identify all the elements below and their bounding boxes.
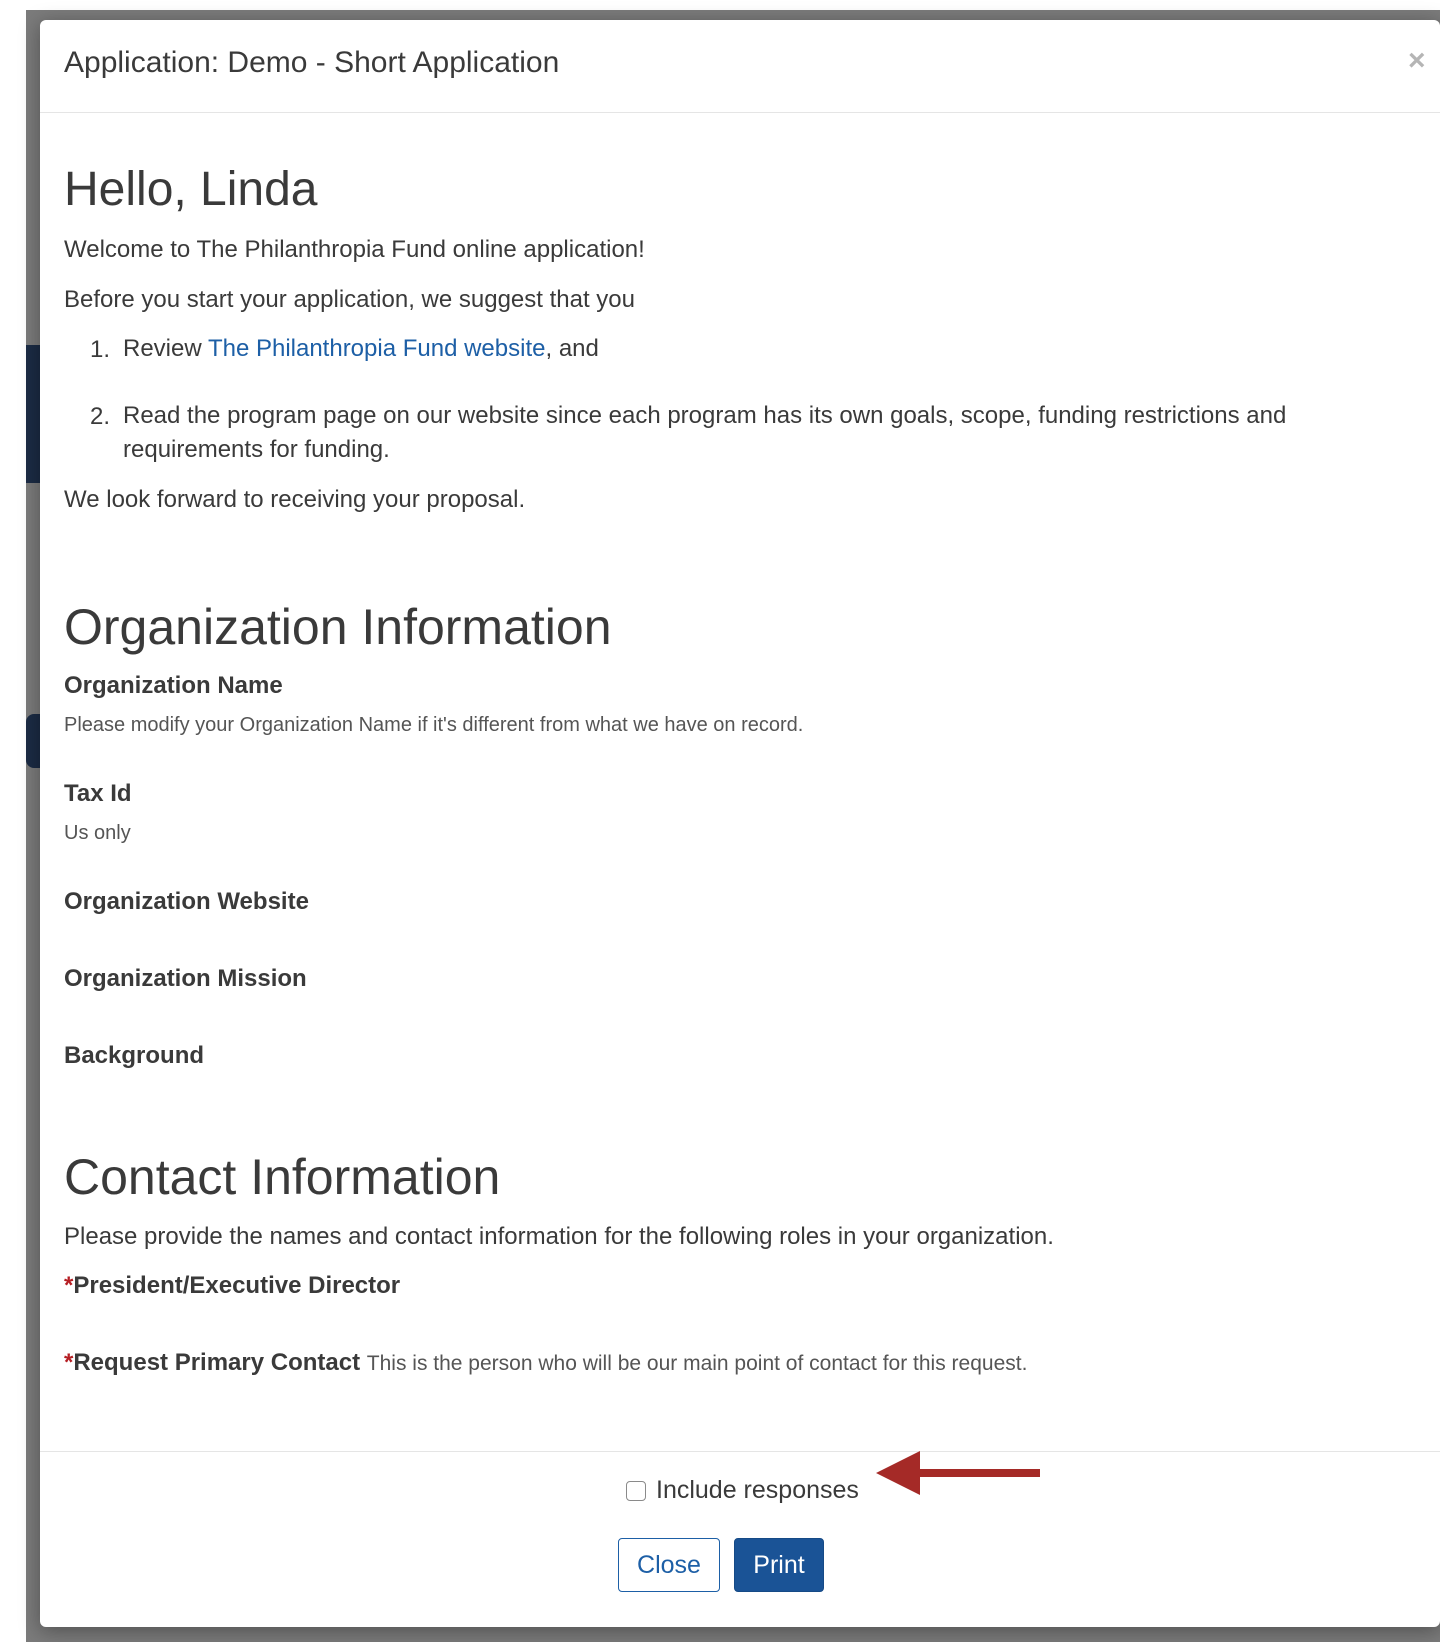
step-text: Review (123, 335, 208, 362)
organization-mission-label: Organization Mission (64, 965, 307, 992)
organization-heading: Organization Information (64, 599, 612, 655)
modal-title: Application: Demo - Short Application (64, 46, 560, 79)
background-blue-strip (26, 345, 40, 483)
organization-name-label: Organization Name (64, 672, 283, 699)
background-label: Background (64, 1042, 205, 1069)
annotation-arrow-icon (876, 1451, 1040, 1495)
organization-website-label: Organization Website (64, 888, 309, 915)
contact-intro-text: Please provide the names and contact inf… (64, 1223, 1054, 1250)
organization-name-help: Please modify your Organization Name if … (64, 714, 804, 736)
step-number: 2. (90, 403, 111, 430)
president-label: *President/Executive Director (64, 1272, 400, 1300)
step-number: 1. (90, 336, 111, 363)
background-blue-button (26, 714, 40, 768)
modal-footer: Include responses Close Print (40, 1451, 1440, 1627)
include-responses-checkbox[interactable] (626, 1480, 646, 1501)
president-label-text: President/Executive Director (73, 1272, 401, 1299)
step-text: , and (545, 335, 599, 362)
greeting-heading: Hello, Linda (64, 163, 318, 216)
philanthropia-website-link[interactable]: The Philanthropia Fund website (208, 335, 546, 362)
include-responses-option[interactable]: Include responses (626, 1476, 859, 1505)
required-mark: * (64, 1349, 74, 1376)
close-icon[interactable]: × (1408, 46, 1426, 76)
primary-contact-help: This is the person who will be our main … (366, 1352, 1028, 1375)
close-button[interactable]: Close (618, 1538, 720, 1592)
print-button[interactable]: Print (734, 1538, 824, 1592)
application-modal: Application: Demo - Short Application × … (40, 20, 1440, 1627)
tax-id-help: Us only (64, 822, 131, 844)
suggest-text: Before you start your application, we su… (64, 286, 635, 313)
tax-id-label: Tax Id (64, 780, 132, 807)
required-mark: * (64, 1272, 74, 1299)
list-item: Read the program page on our website sin… (123, 402, 1287, 463)
primary-contact-label: *Request Primary Contact This is the per… (64, 1349, 1027, 1377)
welcome-text: Welcome to The Philanthropia Fund online… (64, 236, 645, 263)
list-item: Review The Philanthropia Fund website, a… (123, 332, 1403, 366)
modal-header: Application: Demo - Short Application × (40, 20, 1440, 113)
include-responses-label[interactable]: Include responses (656, 1476, 859, 1505)
primary-contact-label-text: Request Primary Contact (73, 1349, 361, 1376)
contact-heading: Contact Information (64, 1149, 501, 1205)
closing-text: We look forward to receiving your propos… (64, 486, 526, 513)
